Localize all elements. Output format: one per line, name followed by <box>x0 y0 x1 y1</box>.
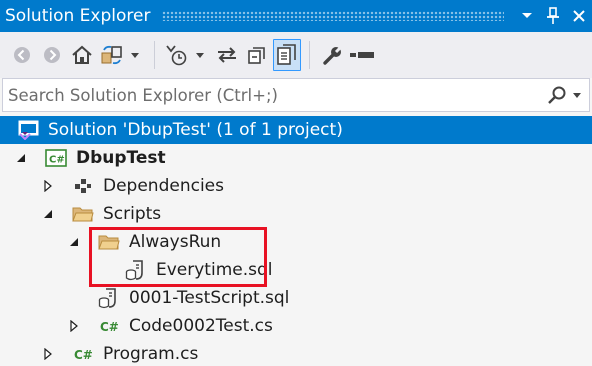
dropdown-icon <box>573 92 581 98</box>
code0002-label: Code0002Test.cs <box>129 316 273 336</box>
collapse-all-icon <box>248 47 265 64</box>
annotation-highlight-box <box>89 227 267 287</box>
expanded-arrow-icon[interactable] <box>15 151 27 165</box>
drag-grip[interactable] <box>162 11 504 21</box>
svg-text:C#: C# <box>74 348 93 362</box>
preview-button[interactable] <box>348 39 376 71</box>
dropdown-arrow-icon <box>522 13 532 18</box>
title-bar: Solution Explorer <box>0 0 592 32</box>
wrench-icon <box>323 45 343 65</box>
dependencies-label: Dependencies <box>103 176 224 196</box>
collapsed-arrow-icon[interactable] <box>42 179 54 193</box>
toolbar-separator <box>309 41 310 69</box>
collapse-all-button[interactable] <box>243 39 271 71</box>
home-button[interactable] <box>68 39 96 71</box>
dependencies-icon <box>72 175 94 197</box>
csharp-file-icon: C# <box>99 315 121 337</box>
switch-views-dropdown[interactable] <box>128 39 142 71</box>
csharp-project-icon: C# <box>45 147 67 169</box>
project-label: DbupTest <box>76 148 166 168</box>
toolbar-separator <box>154 41 155 69</box>
show-all-files-button[interactable] <box>273 39 301 71</box>
dropdown-icon <box>131 52 139 58</box>
back-button[interactable] <box>8 39 36 71</box>
program-label: Program.cs <box>103 344 199 364</box>
toolbar <box>0 32 592 78</box>
sql-file-icon <box>97 287 119 309</box>
switch-views-icon <box>101 45 122 65</box>
tree-row-code0002-cs[interactable]: C# Code0002Test.cs <box>0 312 592 340</box>
sync-button[interactable] <box>213 39 241 71</box>
tree-row-project[interactable]: C# DbupTest <box>0 144 592 172</box>
filter-dropdown[interactable] <box>193 39 207 71</box>
sync-icon <box>218 47 236 63</box>
pending-changes-filter-button[interactable] <box>163 39 191 71</box>
pending-changes-filter-icon <box>166 45 187 66</box>
scripts-label: Scripts <box>103 204 162 224</box>
search-options-dropdown[interactable] <box>573 92 581 98</box>
solution-label: Solution 'DbupTest' (1 of 1 project) <box>48 120 343 140</box>
close-icon <box>573 10 585 22</box>
close-button[interactable] <box>566 2 592 30</box>
expanded-arrow-icon[interactable] <box>42 207 54 221</box>
pin-icon <box>547 7 559 24</box>
search-button[interactable] <box>547 85 567 105</box>
collapsed-arrow-icon[interactable] <box>42 347 54 361</box>
preview-icon <box>350 52 374 58</box>
svg-text:C#: C# <box>100 320 119 334</box>
tree-row-program-cs[interactable]: C# Program.cs <box>0 340 592 366</box>
show-all-files-icon <box>277 44 296 65</box>
search-input[interactable] <box>3 85 547 105</box>
window-options-button[interactable] <box>514 2 540 30</box>
dropdown-icon <box>196 52 204 58</box>
properties-button[interactable] <box>318 39 346 71</box>
testscript-label: 0001-TestScript.sql <box>129 288 290 308</box>
search-icon <box>548 86 566 104</box>
tree-row-dependencies[interactable]: Dependencies <box>0 172 592 200</box>
tree-row-solution[interactable]: Solution 'DbupTest' (1 of 1 project) <box>0 116 592 144</box>
auto-hide-button[interactable] <box>540 2 566 30</box>
collapsed-arrow-icon[interactable] <box>68 319 80 333</box>
search-box <box>2 78 590 112</box>
tree-row-testscript-sql[interactable]: 0001-TestScript.sql <box>0 284 592 312</box>
folder-open-icon <box>72 203 94 225</box>
window-title: Solution Explorer <box>5 6 151 26</box>
home-icon <box>72 45 92 64</box>
switch-views-button[interactable] <box>98 39 126 71</box>
forward-button[interactable] <box>38 39 66 71</box>
expanded-arrow-icon[interactable] <box>68 235 80 249</box>
back-icon <box>14 47 30 63</box>
solution-icon <box>18 119 40 141</box>
csharp-file-icon: C# <box>73 343 95 365</box>
svg-text:C#: C# <box>49 155 65 166</box>
forward-icon <box>44 47 60 63</box>
tree-row-scripts[interactable]: Scripts <box>0 200 592 228</box>
